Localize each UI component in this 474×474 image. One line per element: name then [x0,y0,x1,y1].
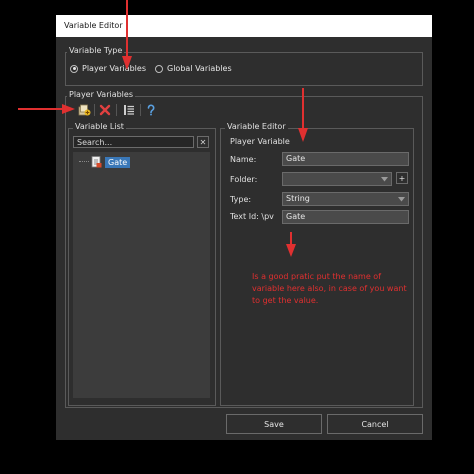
delete-x-icon [99,104,111,116]
tree-item-label: Gate [105,156,131,168]
chevron-down-icon [396,193,406,205]
annotation-arrow-top [122,0,132,70]
type-select[interactable]: String [282,192,409,206]
text-id-field[interactable]: Gate [282,210,409,224]
title-bar[interactable]: Variable Editor [56,15,432,37]
radio-selected-icon [70,64,78,73]
player-variables-group-label: Player Variables [67,90,135,100]
player-variables-radio-label: Player Variables [82,64,146,73]
tree-connector [79,161,89,163]
global-variables-radio[interactable]: Global Variables [155,64,232,73]
player-variable-subheading: Player Variable [230,137,290,146]
annotation-arrow-editor [298,88,308,142]
save-button[interactable]: Save [226,414,322,434]
global-variables-radio-label: Global Variables [167,64,232,73]
variable-type-group-label: Variable Type [67,46,125,56]
toolbar-separator [140,104,141,116]
list-view-button[interactable] [122,103,136,117]
add-folder-button[interactable]: + [396,172,408,184]
name-field[interactable]: Gate [282,152,409,166]
help-button[interactable] [144,103,158,117]
folder-label: Folder: [230,175,258,184]
player-variables-radio[interactable]: Player Variables [70,64,146,73]
list-icon [124,105,134,115]
clear-search-button[interactable]: ✕ [197,136,209,148]
window-title: Variable Editor [64,21,123,30]
search-input[interactable] [73,136,194,148]
type-select-value: String [286,194,310,203]
type-label: Type: [230,195,252,204]
name-label: Name: [230,155,257,164]
add-variable-button[interactable] [77,103,91,117]
help-icon [147,104,155,116]
variable-list-group-label: Variable List [73,122,126,132]
cancel-button[interactable]: Cancel [327,414,423,434]
tree-item-gate[interactable]: Gate [79,156,131,168]
variable-editor-group-label: Variable Editor [225,122,288,132]
text-id-label: Text Id: \pv [230,212,274,221]
variable-editor-group [220,128,414,406]
chevron-down-icon [379,173,389,185]
toolbar-separator [94,104,95,116]
variable-document-icon [91,156,102,168]
annotation-arrow-note [286,232,296,257]
toolbar-separator [116,104,117,116]
close-icon: ✕ [199,137,207,147]
annotation-note: Is a good pratic put the name of variabl… [252,272,407,305]
plus-icon: + [398,173,406,183]
variable-tree[interactable]: Gate [73,152,210,398]
add-variable-icon [78,104,90,116]
delete-variable-button[interactable] [98,103,112,117]
annotation-arrow-left [18,104,75,114]
radio-unselected-icon [155,64,163,73]
folder-select[interactable] [282,172,392,186]
